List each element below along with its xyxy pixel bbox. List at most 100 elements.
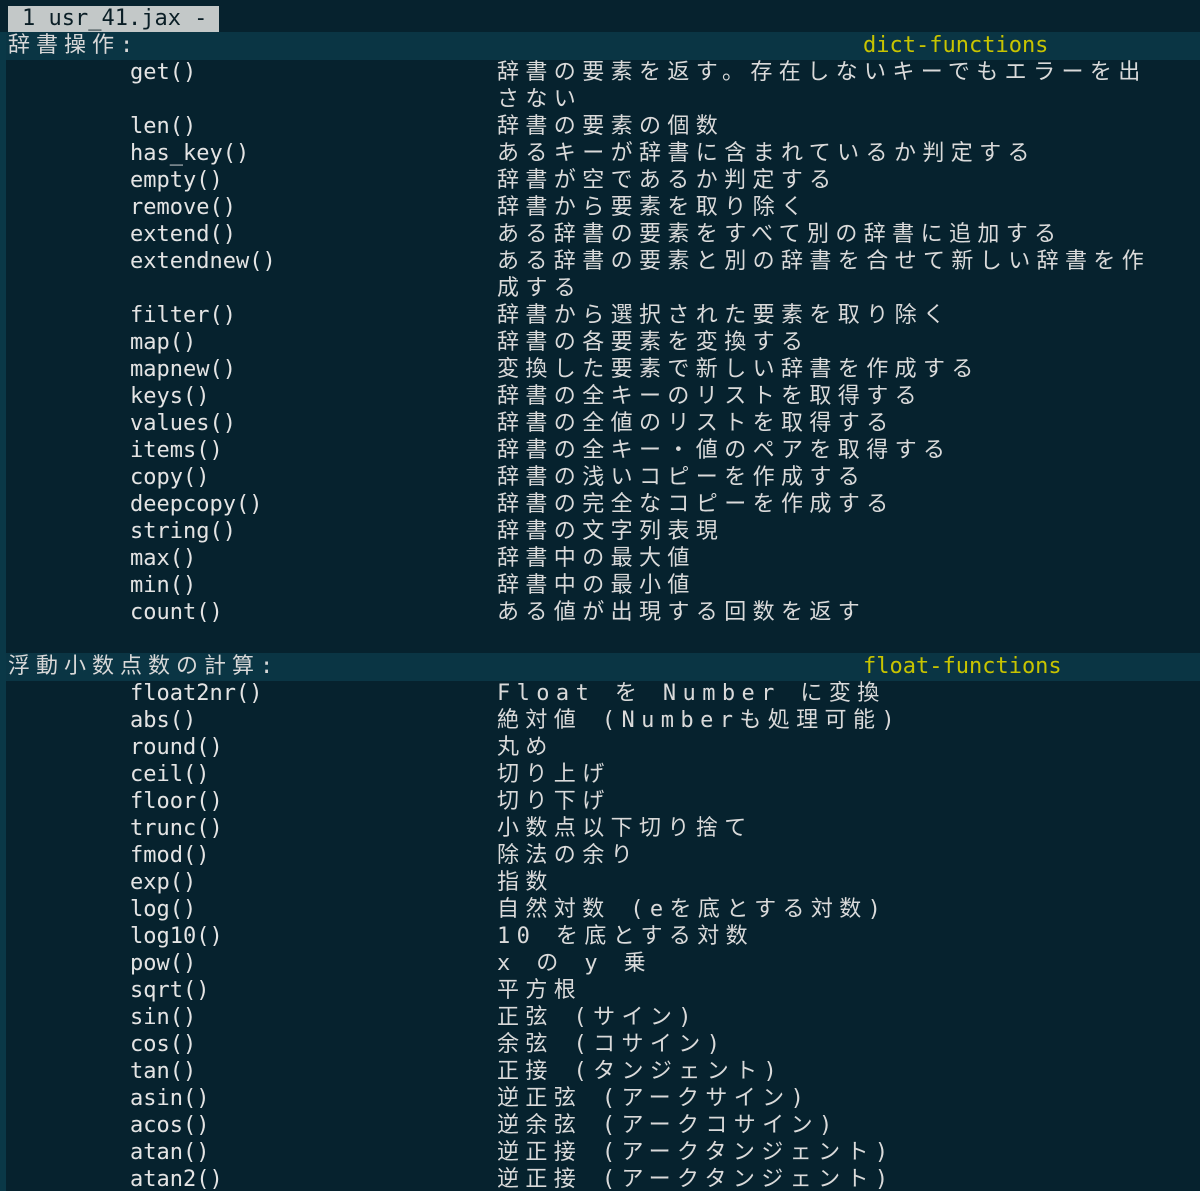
function-name[interactable]: log() — [130, 896, 196, 923]
function-description: 絶対値 (Numberも処理可能) — [497, 708, 902, 733]
function-description: 丸め — [497, 735, 554, 760]
function-description: 切り上げ — [497, 762, 611, 787]
function-name[interactable]: atan2() — [130, 1166, 223, 1191]
function-name[interactable]: pow() — [130, 950, 196, 977]
function-row: sqrt() 平方根 — [0, 977, 1200, 1004]
function-name[interactable]: abs() — [130, 707, 196, 734]
function-row: trunc() 小数点以下切り捨て — [0, 815, 1200, 842]
function-description: 逆正接 (アークタンジェント) — [497, 1140, 895, 1165]
function-description: 辞書の要素の個数 — [497, 114, 725, 139]
buffer-tab[interactable]: 1 usr_41.jax - — [8, 6, 220, 32]
function-name[interactable]: remove() — [130, 194, 236, 221]
function-description: ある辞書の要素をすべて別の辞書に追加する — [497, 222, 1063, 247]
function-name[interactable]: trunc() — [130, 815, 223, 842]
function-name[interactable]: exp() — [130, 869, 196, 896]
function-description: 辞書から要素を取り除く — [497, 195, 810, 220]
function-row: exp() 指数 — [0, 869, 1200, 896]
function-name[interactable]: floor() — [130, 788, 223, 815]
function-row: copy() 辞書の浅いコピーを作成する — [0, 464, 1200, 491]
function-row: log() 自然対数 (eを底とする対数) — [0, 896, 1200, 923]
function-row: abs() 絶対値 (Numberも処理可能) — [0, 707, 1200, 734]
function-description: 小数点以下切り捨て — [497, 816, 753, 841]
function-name[interactable]: deepcopy() — [130, 491, 262, 518]
section-header-row: 浮動小数点数の計算: float-functions — [0, 653, 1200, 680]
function-description: 辞書の全キー・値のペアを取得する — [497, 438, 952, 463]
function-name[interactable]: values() — [130, 410, 236, 437]
function-description: 辞書中の最大値 — [497, 546, 696, 571]
function-description: 辞書の各要素を変換する — [497, 330, 810, 355]
function-name[interactable]: mapnew() — [130, 356, 236, 383]
function-name[interactable]: count() — [130, 599, 223, 626]
function-description: 辞書が空であるか判定する — [497, 168, 838, 193]
function-row: floor() 切り下げ — [0, 788, 1200, 815]
function-row: map() 辞書の各要素を変換する — [0, 329, 1200, 356]
function-description: 平方根 — [497, 978, 583, 1003]
function-row: filter() 辞書から選択された要素を取り除く — [0, 302, 1200, 329]
function-name[interactable]: float2nr() — [130, 680, 262, 707]
function-description: あるキーが辞書に含まれているか判定する — [497, 141, 1036, 166]
function-name[interactable]: cos() — [130, 1031, 196, 1058]
function-row: fmod() 除法の余り — [0, 842, 1200, 869]
function-name[interactable]: asin() — [130, 1085, 209, 1112]
function-name[interactable]: max() — [130, 545, 196, 572]
function-name[interactable]: extendnew() — [130, 248, 276, 275]
function-description: 変換した要素で新しい辞書を作成する — [497, 357, 980, 382]
function-name[interactable]: empty() — [130, 167, 223, 194]
function-description: 辞書の浅いコピーを作成する — [497, 465, 867, 490]
function-row: max() 辞書中の最大値 — [0, 545, 1200, 572]
function-name[interactable]: round() — [130, 734, 223, 761]
section-title: 浮動小数点数の計算: — [8, 654, 280, 679]
function-name[interactable]: min() — [130, 572, 196, 599]
function-row: has_key() あるキーが辞書に含まれているか判定する — [0, 140, 1200, 167]
function-name[interactable]: string() — [130, 518, 236, 545]
function-name[interactable]: len() — [130, 113, 196, 140]
function-description: 辞書の全キーのリストを取得する — [497, 384, 924, 409]
help-tag-link[interactable]: dict-functions — [863, 32, 1048, 59]
function-description: 辞書の文字列表現 — [497, 519, 725, 544]
function-name[interactable]: copy() — [130, 464, 209, 491]
function-description: 余弦 (コサイン) — [497, 1032, 727, 1057]
function-name[interactable]: log10() — [130, 923, 223, 950]
function-description: Float を Number に変換 — [497, 681, 886, 706]
function-row: さない — [0, 86, 1200, 113]
function-row: items() 辞書の全キー・値のペアを取得する — [0, 437, 1200, 464]
section-title: 辞書操作: — [8, 33, 140, 58]
function-description: 辞書の全値のリストを取得する — [497, 411, 895, 436]
function-description: 除法の余り — [497, 843, 640, 868]
function-description: x の y 乗 — [497, 951, 653, 976]
function-name[interactable]: fmod() — [130, 842, 209, 869]
function-name[interactable]: keys() — [130, 383, 209, 410]
function-name[interactable]: get() — [130, 59, 196, 86]
function-name[interactable]: items() — [130, 437, 223, 464]
function-description: 指数 — [497, 870, 554, 895]
function-name[interactable]: sqrt() — [130, 977, 209, 1004]
function-name[interactable]: tan() — [130, 1058, 196, 1085]
function-row: remove() 辞書から要素を取り除く — [0, 194, 1200, 221]
function-description: 辞書の要素を返す。存在しないキーでもエラーを出 — [497, 60, 1147, 85]
function-description: 正弦 (サイン) — [497, 1005, 698, 1030]
function-description: 10 を底とする対数 — [497, 924, 755, 949]
function-row: len() 辞書の要素の個数 — [0, 113, 1200, 140]
function-name[interactable]: ceil() — [130, 761, 209, 788]
function-row: ceil() 切り上げ — [0, 761, 1200, 788]
function-description: 辞書から選択された要素を取り除く — [497, 303, 952, 328]
function-name[interactable]: has_key() — [130, 140, 249, 167]
function-description: 切り下げ — [497, 789, 611, 814]
function-name[interactable]: atan() — [130, 1139, 209, 1166]
function-row: extendnew() ある辞書の要素と別の辞書を合せて新しい辞書を作 — [0, 248, 1200, 275]
function-name[interactable]: acos() — [130, 1112, 209, 1139]
function-name[interactable]: map() — [130, 329, 196, 356]
function-description: 自然対数 (eを底とする対数) — [497, 897, 888, 922]
section-header-row: 辞書操作: dict-functions — [0, 32, 1200, 59]
function-description: 成する — [497, 276, 583, 301]
function-name[interactable]: extend() — [130, 221, 236, 248]
help-tag-link[interactable]: float-functions — [863, 653, 1062, 680]
function-description: 辞書の完全なコピーを作成する — [497, 492, 895, 517]
function-row: asin() 逆正弦 (アークサイン) — [0, 1085, 1200, 1112]
function-description: 逆余弦 (アークコサイン) — [497, 1113, 839, 1138]
function-row: string() 辞書の文字列表現 — [0, 518, 1200, 545]
function-row: pow() x の y 乗 — [0, 950, 1200, 977]
function-name[interactable]: filter() — [130, 302, 236, 329]
function-row: count() ある値が出現する回数を返す — [0, 599, 1200, 626]
function-name[interactable]: sin() — [130, 1004, 196, 1031]
